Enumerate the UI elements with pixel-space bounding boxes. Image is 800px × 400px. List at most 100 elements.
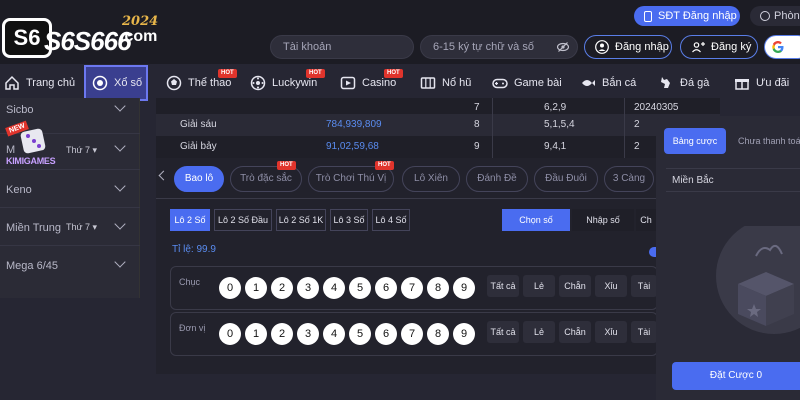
tab-lo-xien[interactable]: Lô Xiên xyxy=(402,166,460,192)
nav-item-cockfight[interactable]: Đá gà xyxy=(658,64,722,102)
nav-item-home[interactable]: Trang chủ xyxy=(0,64,80,102)
mode-choose-number[interactable]: Chọn số xyxy=(502,209,570,231)
nav-label: Ưu đãi xyxy=(756,77,790,89)
nav-item-fishing[interactable]: Bắn cá xyxy=(580,64,644,102)
digit-ball[interactable]: 2 xyxy=(271,323,293,345)
units-row: Đơn vị 0 1 2 3 4 5 6 7 8 9 Tất cả Lẻ Chẵ… xyxy=(170,312,658,356)
sidebar-item-mien-trung[interactable]: Miền Trung Thứ 7 ▾ xyxy=(0,210,140,246)
quick-select-small[interactable]: Xỉu xyxy=(595,275,627,297)
quick-select-all[interactable]: Tất cả xyxy=(487,275,519,297)
nav-item-jackpot[interactable]: Nổ hũ xyxy=(420,64,480,102)
tab-3-cang[interactable]: 3 Càng xyxy=(604,166,654,192)
digit-ball[interactable]: 8 xyxy=(427,277,449,299)
day-selector[interactable]: Thứ 7 ▾ xyxy=(66,222,97,233)
google-login-button[interactable] xyxy=(764,35,800,59)
nav-label: Luckywin xyxy=(272,77,318,89)
column-divider xyxy=(624,98,625,158)
account-input[interactable]: Tài khoản xyxy=(270,35,414,59)
subtab-lo-4-so[interactable]: Lô 4 Số xyxy=(372,209,410,231)
digit-ball[interactable]: 0 xyxy=(219,277,241,299)
quick-select-even[interactable]: Chẵn xyxy=(559,321,591,343)
google-icon xyxy=(772,41,784,53)
digit-ball[interactable]: 3 xyxy=(297,323,319,345)
nav-item-lottery[interactable]: Xổ số xyxy=(84,65,148,101)
tab-label: Đầu Đuôi xyxy=(545,173,587,184)
quick-select-small[interactable]: Xỉu xyxy=(595,321,627,343)
quick-select-even[interactable]: Chẵn xyxy=(559,275,591,297)
register-button[interactable]: Đăng ký xyxy=(680,35,758,59)
nav-item-card-games[interactable]: Game bài xyxy=(492,64,562,102)
digit-ball[interactable]: 8 xyxy=(427,323,449,345)
tab-dau-duoi[interactable]: Đầu Đuôi xyxy=(534,166,598,192)
prize-name: Giải bảy xyxy=(180,141,217,152)
quick-select-all[interactable]: Tất cả xyxy=(487,321,519,343)
tab-unsettled[interactable]: Chưa thanh toán xyxy=(738,128,800,154)
digit-ball[interactable]: 0 xyxy=(219,323,241,345)
tab-special[interactable]: Trò đặc sắc HOT xyxy=(230,161,302,192)
kimigames-logo[interactable]: NEW KIMIGAMES xyxy=(5,120,66,168)
digit-ball[interactable]: 4 xyxy=(323,277,345,299)
digit-ball[interactable]: 5 xyxy=(349,277,371,299)
digit-ball[interactable]: 6 xyxy=(375,323,397,345)
nav-label: Nổ hũ xyxy=(442,77,472,89)
chevron-down-icon xyxy=(114,140,126,152)
tab-fun-games[interactable]: Trò Chơi Thú Vị HOT xyxy=(308,161,394,192)
region-selector[interactable]: Miền Bắc xyxy=(666,168,800,192)
digit-ball[interactable]: 3 xyxy=(297,277,319,299)
sidebar-item-keno[interactable]: Keno xyxy=(0,172,140,208)
tab-bao-lo[interactable]: Bao lô xyxy=(174,166,224,192)
digit-ball[interactable]: 7 xyxy=(401,323,423,345)
subtab-lo-3-so[interactable]: Lô 3 Số xyxy=(330,209,368,231)
sdt-login-button[interactable]: SĐT Đăng nhập xyxy=(634,6,740,26)
hot-badge: HOT xyxy=(218,69,237,78)
quick-select-big[interactable]: Tài xyxy=(631,275,657,297)
digit-ball[interactable]: 1 xyxy=(245,323,267,345)
quick-select-odd[interactable]: Lẻ xyxy=(523,275,555,297)
bet-slip: Bảng cược Chưa thanh toán Miền Bắc Đặt C… xyxy=(656,116,800,400)
digit-ball[interactable]: 6 xyxy=(375,277,397,299)
tab-danh-de[interactable]: Đánh Đề xyxy=(466,166,528,192)
mode-other[interactable]: Ch xyxy=(636,209,656,231)
password-input[interactable]: 6-15 ký tự chữ và số xyxy=(420,35,578,59)
digit-ball[interactable]: 2 xyxy=(271,277,293,299)
sidebar-item-label: Mega 6/45 xyxy=(6,260,58,272)
chevron-down-icon xyxy=(114,218,126,230)
subtab-lo-2-so-dau[interactable]: Lô 2 Số Đầu xyxy=(214,209,272,231)
site-logo[interactable]: S6 S6S666 2024 .com xyxy=(2,14,162,58)
row-label: Đơn vị xyxy=(179,323,206,333)
sidebar-item-mega[interactable]: Mega 6/45 xyxy=(0,248,140,284)
slot-machine-icon xyxy=(420,77,436,89)
login-button[interactable]: Đăng nhập xyxy=(584,35,672,59)
nav-item-sports[interactable]: Thể thao HOT xyxy=(166,64,237,102)
row-index: 8 xyxy=(474,119,480,130)
digit-ball[interactable]: 9 xyxy=(453,277,475,299)
digit-ball[interactable]: 7 xyxy=(401,277,423,299)
add-user-icon xyxy=(692,42,705,53)
quick-select-odd[interactable]: Lẻ xyxy=(523,321,555,343)
rooster-icon xyxy=(661,77,670,89)
nav-item-casino[interactable]: Casino HOT xyxy=(340,64,410,102)
nav-item-promotions[interactable]: Ưu đãi xyxy=(734,64,800,102)
tab-bet-slip[interactable]: Bảng cược xyxy=(664,128,726,154)
place-bet-button[interactable]: Đặt Cược 0 xyxy=(672,362,800,390)
nav-label: Game bài xyxy=(514,77,562,89)
quick-select-big[interactable]: Tài xyxy=(631,321,657,343)
chevron-left-icon[interactable] xyxy=(158,170,169,181)
digit-ball[interactable]: 1 xyxy=(245,277,267,299)
prize-numbers: 91,02,59,68 xyxy=(326,141,379,152)
eye-icon[interactable] xyxy=(556,41,570,53)
subtab-lo-2-so-1k[interactable]: Lô 2 Số 1K xyxy=(276,209,326,231)
tab-label: Trò đặc sắc xyxy=(240,173,292,184)
nav-item-luckywin[interactable]: Luckywin HOT xyxy=(250,64,330,102)
room-button[interactable]: Phòng xyxy=(750,6,800,26)
mode-enter-number[interactable]: Nhập số xyxy=(572,209,634,231)
subtab-lo-2-so[interactable]: Lô 2 Số xyxy=(170,209,210,231)
login-label: Đăng nhập xyxy=(615,41,669,53)
digit-ball[interactable]: 4 xyxy=(323,323,345,345)
nav-label: Đá gà xyxy=(680,77,710,89)
results-table: 7 6,2,9 20240305 Giải sáu 784,939,809 8 … xyxy=(156,98,720,158)
digit-ball[interactable]: 9 xyxy=(453,323,475,345)
logo-year: 2024 xyxy=(122,14,159,29)
day-selector[interactable]: Thứ 7 ▾ xyxy=(66,145,97,156)
digit-ball[interactable]: 5 xyxy=(349,323,371,345)
